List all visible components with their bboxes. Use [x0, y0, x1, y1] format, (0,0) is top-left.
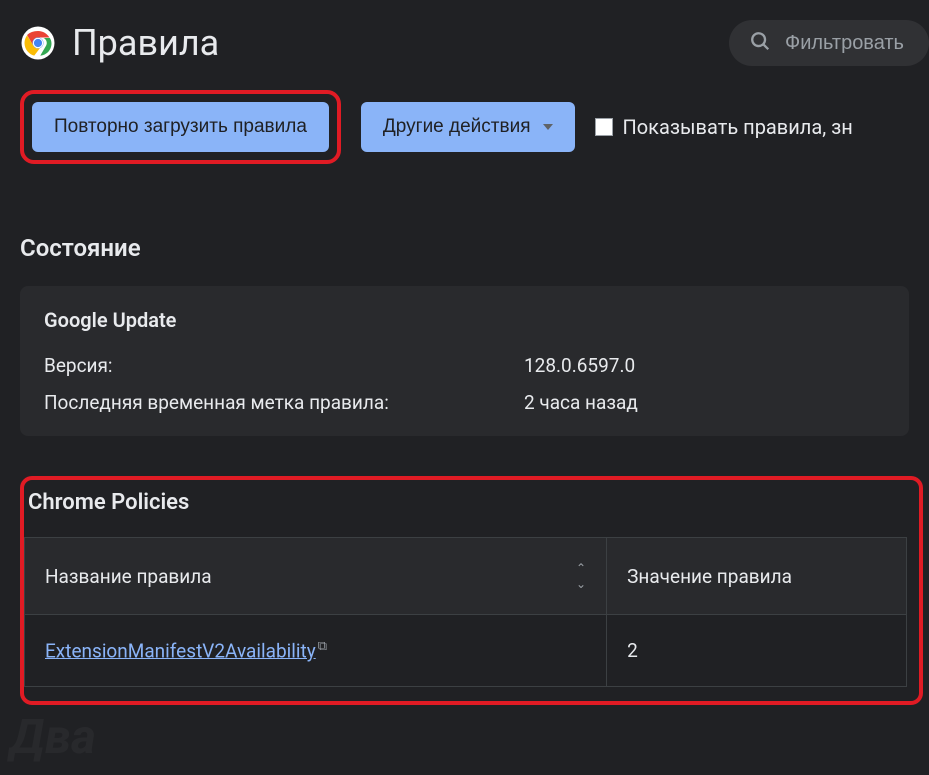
search-input[interactable]: [785, 32, 909, 55]
chevron-down-icon: [543, 124, 553, 130]
policy-table: Название правила ⌃ ⌄ Значение правила Ex…: [24, 537, 907, 687]
policies-section-title: Chrome Policies: [28, 490, 907, 515]
policy-value-header: Значение правила: [627, 565, 792, 588]
status-timestamp-label: Последняя временная метка правила:: [44, 391, 524, 414]
search-icon: [749, 30, 771, 56]
policy-name-header: Название правила: [45, 565, 212, 588]
status-version-value: 128.0.6597.0: [524, 354, 635, 377]
sort-down-icon[interactable]: ⌄: [576, 578, 586, 590]
status-card-title: Google Update: [44, 308, 885, 332]
reload-button-label: Повторно загрузить правила: [54, 116, 307, 138]
highlight-policies: Chrome Policies Название правила ⌃ ⌄ Зна…: [20, 476, 923, 705]
highlight-reload: Повторно загрузить правила: [20, 90, 341, 164]
watermark: Два: [10, 708, 96, 765]
external-link-icon: ⧉: [318, 639, 327, 654]
show-unset-label: Показывать правила, зн: [623, 115, 853, 139]
policy-link[interactable]: ExtensionManifestV2Availability: [45, 639, 316, 662]
status-section-title: Состояние: [20, 234, 929, 262]
search-container[interactable]: [729, 20, 929, 66]
page-title: Правила: [72, 22, 219, 64]
status-version-label: Версия:: [44, 354, 524, 377]
status-timestamp-value: 2 часа назад: [524, 391, 638, 414]
status-card: Google Update Версия: 128.0.6597.0 После…: [20, 286, 909, 436]
other-actions-dropdown[interactable]: Другие действия: [361, 102, 575, 152]
policy-value-cell: 2: [607, 615, 907, 687]
sort-up-icon[interactable]: ⌃: [576, 562, 586, 574]
chrome-logo-icon: [20, 25, 56, 61]
other-actions-label: Другие действия: [383, 116, 531, 138]
table-row: ExtensionManifestV2Availability⧉ 2: [25, 615, 907, 687]
show-unset-checkbox[interactable]: [595, 118, 613, 136]
reload-policies-button[interactable]: Повторно загрузить правила: [32, 102, 329, 152]
